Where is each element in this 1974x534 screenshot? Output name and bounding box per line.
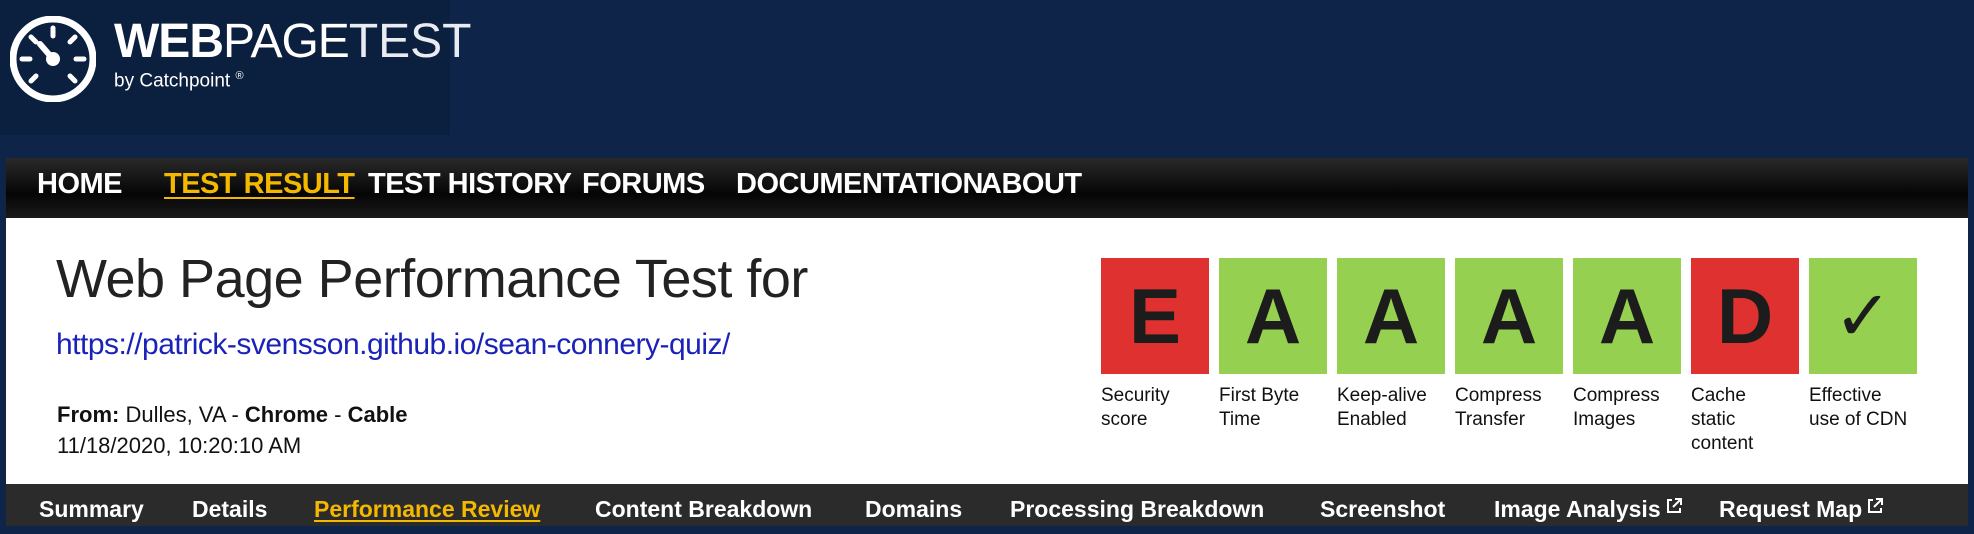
nav-home[interactable]: HOME — [37, 158, 123, 218]
result-tabs: Summary Details Performance Review Conte… — [6, 484, 1968, 526]
nav-test-history[interactable]: TEST HISTORY — [368, 158, 572, 218]
logo[interactable]: WEBPAGETEST by Catchpoint ® — [0, 0, 471, 135]
from-label: From: — [57, 402, 120, 427]
tab-processing-breakdown[interactable]: Processing Breakdown — [1010, 484, 1264, 526]
grade-first-byte-time[interactable]: A First Byte Time — [1219, 258, 1327, 432]
site-header: WEBPAGETEST by Catchpoint ® — [0, 0, 1974, 158]
grade-label: Cache static content — [1691, 385, 1754, 454]
tested-url-link[interactable]: https://patrick-svensson.github.io/sean-… — [56, 328, 730, 362]
nav-about[interactable]: ABOUT — [981, 158, 1082, 218]
grade-label: First Byte Time — [1219, 385, 1300, 430]
grade-label: Effective use of CDN — [1809, 385, 1908, 430]
logo-word-web: WEB — [114, 15, 224, 68]
logo-wordmark: WEBPAGETEST — [114, 14, 471, 70]
nav-test-result[interactable]: TEST RESULT — [164, 158, 355, 218]
grade-box[interactable]: A — [1573, 258, 1681, 374]
tab-domains[interactable]: Domains — [865, 484, 962, 526]
grade-compress-transfer[interactable]: A Compress Transfer — [1455, 258, 1563, 432]
main-nav: HOME TEST RESULT TEST HISTORY FORUMS DOC… — [6, 158, 1968, 218]
grade-box[interactable]: A — [1455, 258, 1563, 374]
tab-label: Image Analysis — [1494, 496, 1661, 522]
separator: - — [231, 402, 239, 427]
tab-content-breakdown[interactable]: Content Breakdown — [595, 484, 812, 526]
speedometer-icon — [10, 16, 96, 102]
test-location-line: From: Dulles, VA - Chrome - Cable — [57, 402, 408, 428]
grade-label: Compress Images — [1573, 385, 1660, 430]
nav-documentation[interactable]: DOCUMENTATION — [736, 158, 983, 218]
grade-box[interactable]: D — [1691, 258, 1799, 374]
checkmark-icon[interactable]: ✓ — [1809, 258, 1917, 374]
grade-label: Keep-alive Enabled — [1337, 385, 1427, 430]
test-location: Dulles, VA — [125, 402, 226, 427]
test-summary-panel: Web Page Performance Test for https://pa… — [6, 218, 1968, 484]
tab-performance-review[interactable]: Performance Review — [314, 484, 540, 526]
test-browser: Chrome — [244, 402, 329, 427]
grade-box[interactable]: E — [1101, 258, 1209, 374]
grade-effective-cdn[interactable]: ✓ Effective use of CDN — [1809, 258, 1917, 432]
grade-compress-images[interactable]: A Compress Images — [1573, 258, 1681, 432]
test-connection: Cable — [347, 402, 408, 427]
grade-label: Security score — [1101, 385, 1170, 430]
grade-security-score[interactable]: E Security score — [1101, 258, 1209, 432]
logo-word-test: TEST — [348, 15, 472, 68]
logo-sub-text: by Catchpoint — [114, 70, 231, 92]
registered-mark: ® — [235, 70, 244, 82]
tab-screenshot[interactable]: Screenshot — [1320, 484, 1445, 526]
external-link-icon — [1666, 498, 1682, 513]
tab-label: Request Map — [1719, 496, 1863, 522]
grade-label: Compress Transfer — [1455, 385, 1542, 430]
test-date: 11/18/2020, 10:20:10 AM — [57, 433, 302, 458]
page-title: Web Page Performance Test for — [56, 249, 808, 309]
separator: - — [334, 402, 342, 427]
tab-summary[interactable]: Summary — [39, 484, 144, 526]
grade-box[interactable]: A — [1219, 258, 1327, 374]
tab-details[interactable]: Details — [192, 484, 267, 526]
tab-image-analysis[interactable]: Image Analysis — [1494, 484, 1683, 526]
nav-forums[interactable]: FORUMS — [582, 158, 705, 218]
logo-subtitle: by Catchpoint ® — [114, 70, 244, 92]
grade-cache-static-content[interactable]: D Cache static content — [1691, 258, 1799, 456]
logo-word-page: PAGE — [222, 15, 350, 68]
grade-box[interactable]: A — [1337, 258, 1445, 374]
tab-request-map[interactable]: Request Map — [1719, 484, 1884, 526]
external-link-icon — [1868, 498, 1884, 513]
grade-keep-alive[interactable]: A Keep-alive Enabled — [1337, 258, 1445, 432]
